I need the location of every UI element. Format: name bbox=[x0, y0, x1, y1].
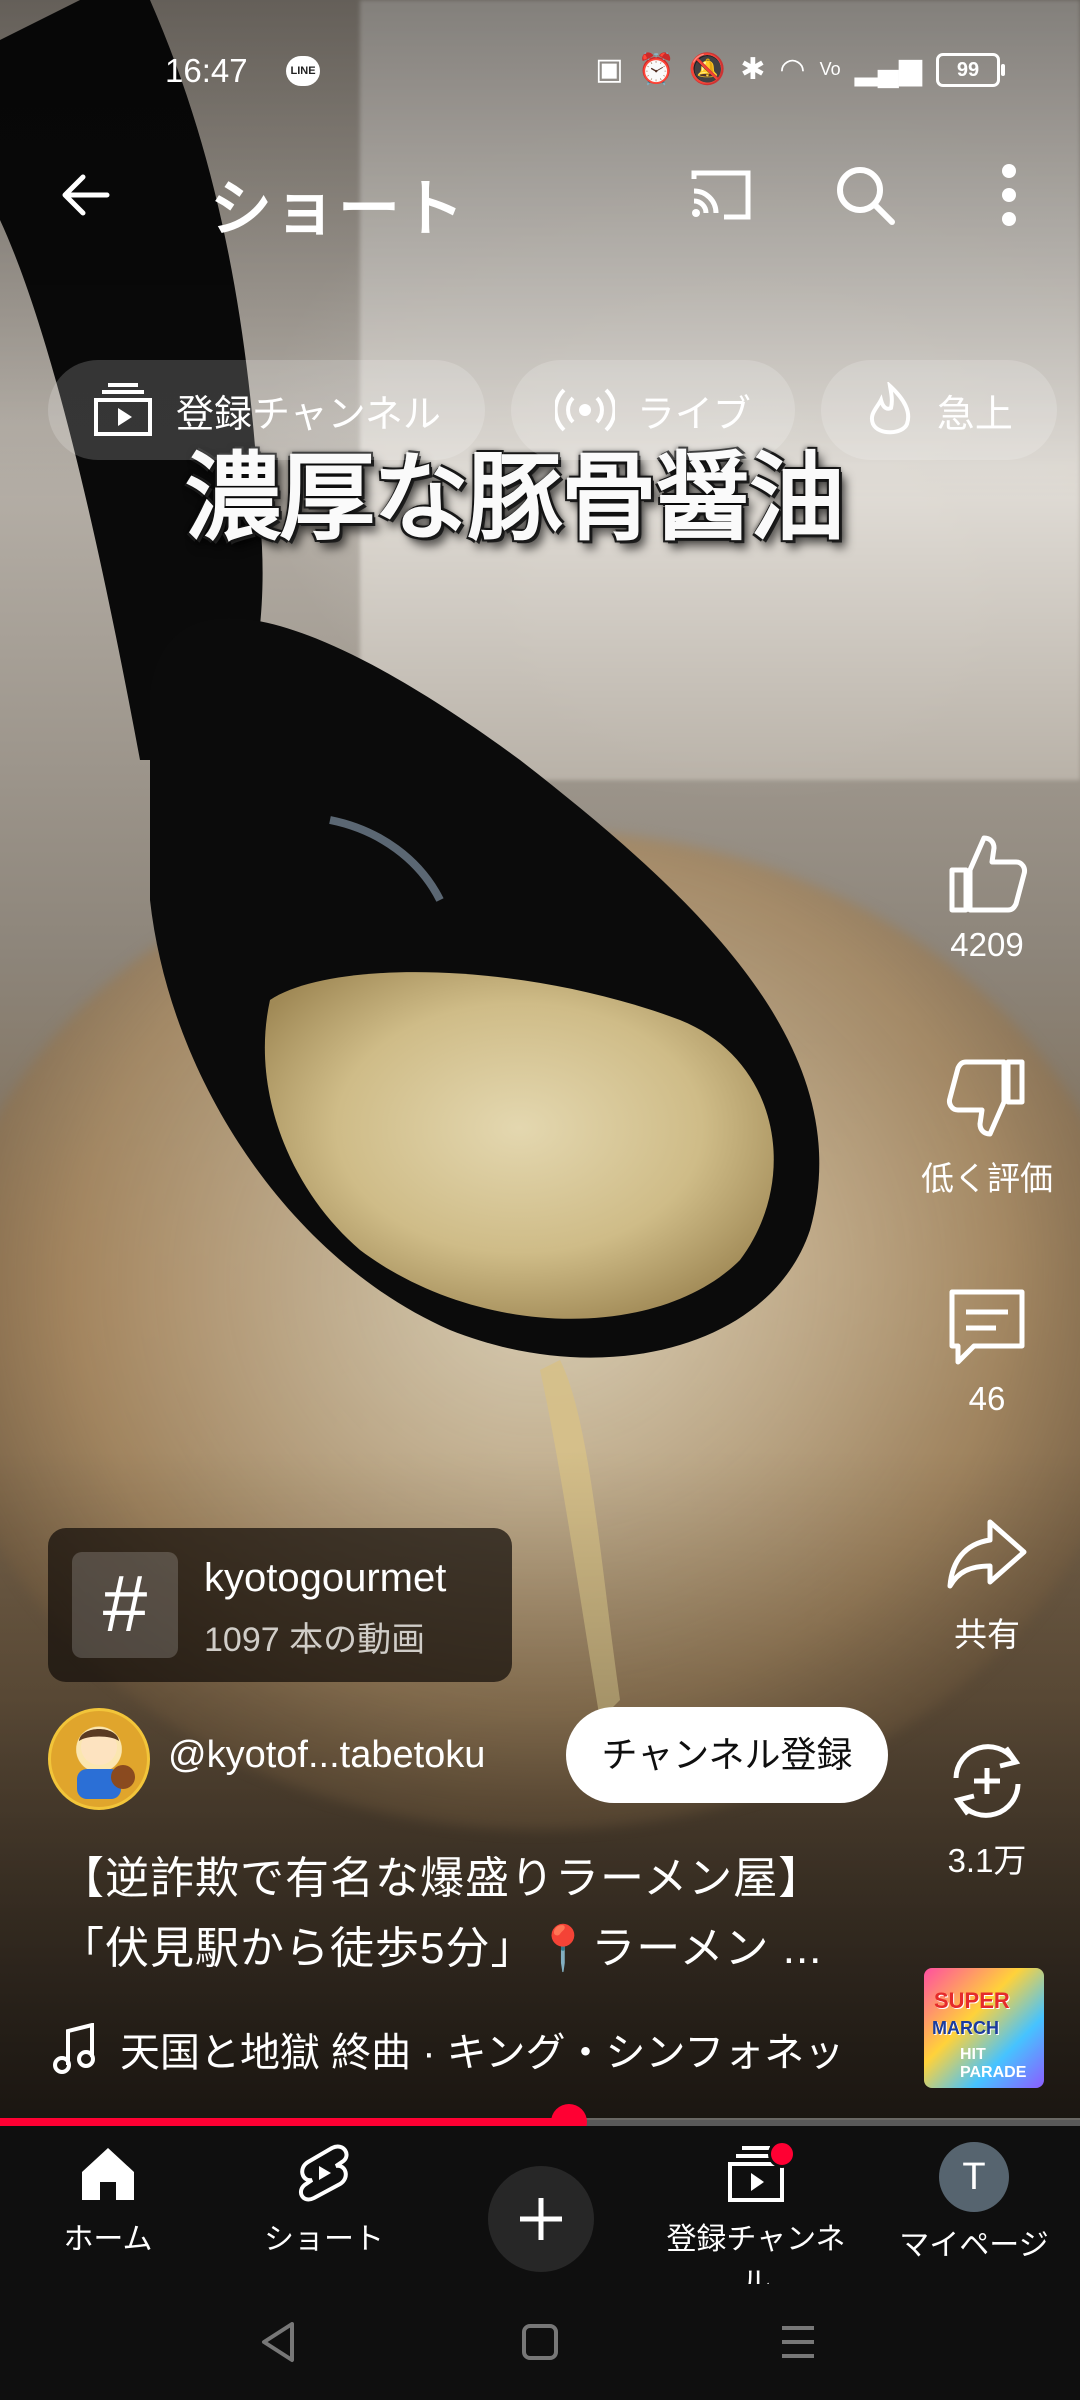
system-recents-icon[interactable] bbox=[778, 2322, 818, 2362]
volte-icon: Vo bbox=[819, 59, 841, 79]
trending-icon bbox=[869, 382, 911, 435]
subscriptions-icon bbox=[94, 383, 152, 436]
channel-handle[interactable]: @kyotof...tabetoku bbox=[168, 1734, 485, 1777]
more-options-button[interactable] bbox=[964, 150, 1054, 240]
page-title: ショート bbox=[210, 175, 467, 244]
search-button[interactable] bbox=[820, 150, 910, 240]
share-button[interactable]: 共有 bbox=[912, 1512, 1062, 1656]
subscribe-button[interactable]: チャンネル登録 bbox=[566, 1707, 888, 1803]
comments-button[interactable]: 46 bbox=[912, 1284, 1062, 1418]
search-icon bbox=[837, 167, 895, 225]
system-home-icon[interactable] bbox=[520, 2322, 560, 2362]
like-button[interactable]: 4209 bbox=[912, 830, 1062, 964]
remix-icon bbox=[953, 1744, 1021, 1818]
chip-subscriptions[interactable]: 登録チャンネル bbox=[48, 360, 485, 460]
nav-subscriptions[interactable]: 登録チャンネル bbox=[656, 2142, 856, 2302]
music-note-icon bbox=[53, 2023, 95, 2074]
thumbs-up-icon bbox=[949, 835, 1027, 913]
nav-shorts[interactable]: ショート bbox=[224, 2142, 424, 2258]
filter-chips: 登録チャンネル ライブ 急上 bbox=[48, 360, 1057, 460]
line-notification-icon: LINE bbox=[286, 56, 320, 86]
album-art-text: MARCH bbox=[932, 2018, 999, 2038]
nav-label: ホーム bbox=[63, 2223, 153, 2256]
nav-label: ショート bbox=[264, 2223, 384, 2256]
live-icon bbox=[554, 388, 615, 432]
chip-trending[interactable]: 急上 bbox=[820, 360, 1057, 460]
dislike-button[interactable]: 低く評価 bbox=[912, 1056, 1062, 1200]
video-title-line-1[interactable]: 【逆詐欺で有名な爆盛りラーメン屋】 bbox=[60, 1842, 823, 1906]
nav-home[interactable]: ホーム bbox=[8, 2142, 208, 2258]
hashtag-card[interactable]: # kyotogourmet 1097 本の動画 bbox=[48, 1528, 512, 1682]
shorts-icon bbox=[298, 2144, 349, 2202]
home-icon bbox=[82, 2148, 134, 2200]
hashtag-video-count: 1097 本の動画 bbox=[204, 1621, 426, 1659]
profile-avatar: T bbox=[939, 2142, 1009, 2212]
back-button[interactable] bbox=[40, 150, 130, 240]
thumbs-down-icon bbox=[947, 1059, 1025, 1137]
mute-icon: 🔕 bbox=[688, 53, 727, 86]
system-navigation-bar bbox=[0, 2284, 1080, 2400]
nfc-icon: ▣ bbox=[595, 53, 624, 86]
signal-icon: ▂▄▆ bbox=[854, 53, 922, 86]
bluetooth-icon: ✱ bbox=[740, 53, 766, 86]
album-art-text: HIT PARADE bbox=[960, 2046, 1027, 2081]
wifi-icon: ◠ bbox=[779, 53, 806, 86]
progress-bar[interactable] bbox=[0, 2104, 1080, 2140]
chip-label: 登録チャンネル bbox=[176, 393, 441, 436]
chip-label: ライブ bbox=[636, 393, 751, 436]
battery-icon: 99 bbox=[936, 52, 1005, 87]
music-row[interactable]: 天国と地獄 終曲 · キング・シンフォネッ bbox=[52, 2020, 844, 2078]
alarm-icon: ⏰ bbox=[637, 53, 675, 86]
hashtag-name: kyotogourmet bbox=[204, 1556, 447, 1600]
top-app-bar: ショート bbox=[0, 150, 1080, 244]
channel-avatar[interactable] bbox=[48, 1708, 150, 1810]
dislike-label: 低く評価 bbox=[921, 1160, 1053, 1197]
like-count: 4209 bbox=[950, 926, 1024, 963]
notification-dot bbox=[768, 2140, 796, 2168]
comment-count: 46 bbox=[968, 1380, 1006, 1417]
chip-label: 急上 bbox=[936, 393, 1013, 436]
status-bar: 16:47 LINE ▣ ⏰ 🔕 ✱ ◠ Vo ▂▄▆ 99 bbox=[0, 46, 1080, 96]
remix-button[interactable]: 3.1万 bbox=[912, 1738, 1062, 1882]
share-icon bbox=[947, 1519, 1027, 1589]
music-title: 天国と地獄 終曲 · キング・シンフォネッ bbox=[120, 2031, 845, 2075]
system-back-icon[interactable] bbox=[258, 2320, 298, 2364]
video-title-line-2[interactable]: 「伏見駅から徒歩5分」📍ラーメン ... bbox=[60, 1912, 822, 1976]
cast-icon bbox=[691, 170, 751, 220]
more-vert-icon bbox=[1002, 164, 1016, 226]
progress-fill bbox=[0, 2118, 570, 2126]
cast-button[interactable] bbox=[676, 150, 766, 240]
share-label: 共有 bbox=[954, 1616, 1020, 1653]
plus-icon bbox=[520, 2198, 562, 2240]
avatar-illustration bbox=[77, 1729, 135, 1799]
chip-live[interactable]: ライブ bbox=[510, 360, 795, 460]
comment-icon bbox=[949, 1289, 1025, 1365]
hashtag-icon: # bbox=[72, 1552, 178, 1658]
album-art[interactable]: SUPER MARCH HIT PARADE bbox=[924, 1968, 1044, 2088]
back-arrow-icon bbox=[62, 174, 110, 216]
nav-mypage[interactable]: T マイページ bbox=[874, 2142, 1074, 2264]
album-art-text: SUPER bbox=[934, 1988, 1010, 2013]
remix-count: 3.1万 bbox=[947, 1842, 1027, 1879]
create-button[interactable] bbox=[488, 2166, 594, 2272]
nav-label: マイページ bbox=[899, 2229, 1049, 2262]
status-time: 16:47 bbox=[165, 52, 248, 89]
